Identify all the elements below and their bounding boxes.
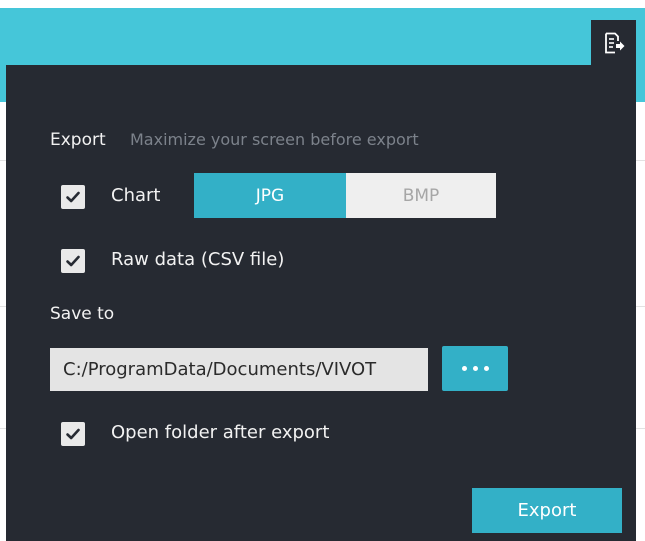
chart-label: Chart	[111, 185, 161, 206]
open-folder-checkbox[interactable]	[61, 422, 85, 446]
save-to-title: Save to	[50, 304, 115, 324]
raw-data-label: Raw data (CSV file)	[111, 249, 285, 270]
check-icon	[66, 255, 80, 267]
format-option-bmp[interactable]: BMP	[346, 173, 496, 218]
save-path-input[interactable]: C:/ProgramData/Documents/VIVOT	[50, 348, 428, 391]
export-panel: Export Maximize your screen before expor…	[6, 65, 636, 541]
browse-folder-button[interactable]	[442, 346, 508, 391]
export-icon	[604, 32, 624, 53]
more-dots-icon	[461, 366, 489, 371]
export-section-title: Export	[50, 130, 106, 150]
export-toggle-button[interactable]	[591, 20, 636, 65]
chart-checkbox[interactable]	[61, 185, 85, 209]
raw-data-checkbox[interactable]	[61, 249, 85, 273]
open-folder-label: Open folder after export	[111, 422, 330, 443]
format-option-jpg[interactable]: JPG	[194, 173, 346, 218]
export-button[interactable]: Export	[472, 488, 622, 533]
check-icon	[66, 191, 80, 203]
export-hint: Maximize your screen before export	[130, 130, 419, 149]
check-icon	[66, 428, 80, 440]
